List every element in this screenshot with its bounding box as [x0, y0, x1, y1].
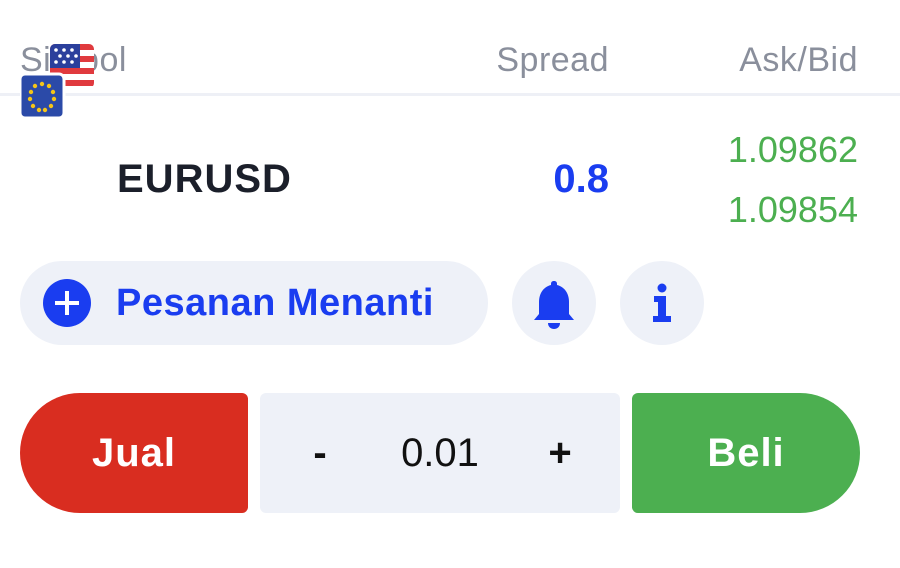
price-alert-button[interactable]	[512, 261, 596, 345]
volume-value[interactable]: 0.01	[370, 428, 510, 478]
volume-increase-button[interactable]: +	[530, 428, 590, 478]
table-header: Simbol Spread Ask/Bid	[0, 0, 900, 96]
sell-button-label: Jual	[91, 431, 177, 475]
volume-stepper: - 0.01 +	[260, 393, 620, 513]
column-header-spread: Spread	[496, 41, 609, 79]
buy-button-label: Beli	[707, 431, 785, 475]
info-icon	[653, 283, 671, 322]
buy-button[interactable]: Beli	[632, 393, 860, 513]
volume-decrease-button[interactable]: -	[290, 428, 350, 478]
instrument-symbol[interactable]: EURUSD	[117, 156, 292, 202]
currency-pair-flags	[18, 44, 94, 120]
bid-price: 1.09854	[727, 189, 858, 230]
eu-flag-icon	[18, 72, 66, 120]
ask-price: 1.09862	[727, 129, 858, 170]
bell-icon	[534, 281, 574, 329]
instrument-info-button[interactable]	[620, 261, 704, 345]
column-header-ask-bid: Ask/Bid	[739, 41, 858, 79]
pending-order-button[interactable]: Pesanan Menanti	[20, 261, 488, 345]
plus-circle-icon	[43, 279, 91, 327]
instrument-spread: 0.8	[553, 157, 609, 201]
pending-order-label: Pesanan Menanti	[116, 282, 434, 324]
sell-button[interactable]: Jual	[20, 393, 248, 513]
